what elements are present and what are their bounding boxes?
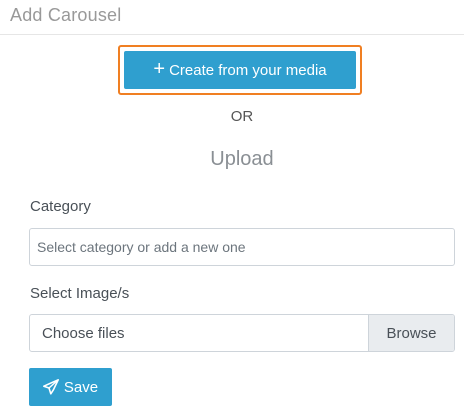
save-button-label: Save: [63, 378, 99, 396]
category-input[interactable]: [29, 228, 455, 266]
browse-button[interactable]: Browse: [368, 315, 454, 351]
choose-files-text[interactable]: Choose files: [30, 315, 368, 351]
save-button[interactable]: Save: [29, 368, 112, 406]
category-label: Category: [30, 198, 91, 215]
upload-heading: Upload: [210, 148, 274, 170]
modal-title: Add Carousel: [10, 5, 122, 25]
modal-header: Add Carousel: [0, 0, 464, 35]
create-button-highlight: + Create from your media: [118, 45, 362, 95]
or-separator: OR: [230, 108, 254, 125]
paper-plane-icon: [42, 379, 59, 395]
select-images-label: Select Image/s: [30, 285, 130, 302]
create-from-media-button[interactable]: + Create from your media: [124, 51, 356, 89]
file-picker[interactable]: Choose files Browse: [29, 314, 455, 352]
plus-icon: +: [153, 58, 166, 80]
create-button-label: Create from your media: [169, 61, 327, 79]
